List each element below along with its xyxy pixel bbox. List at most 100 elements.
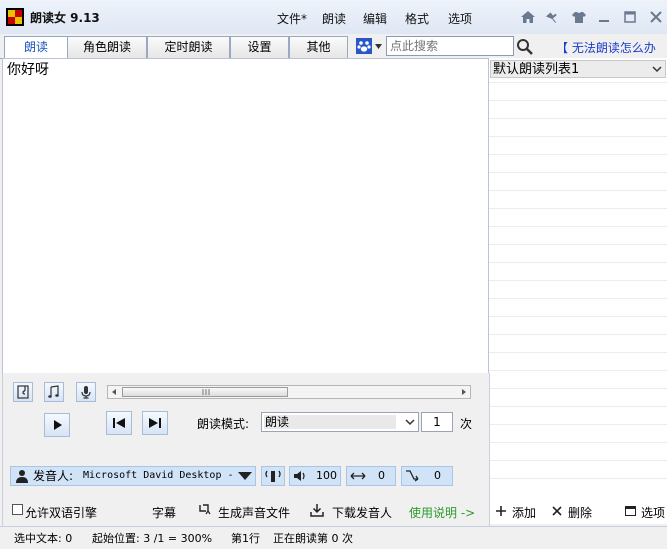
playlist-row-divider — [489, 424, 667, 425]
pitch-control[interactable]: 0 — [401, 466, 453, 486]
pitch-icon — [405, 469, 421, 483]
music-note-button[interactable] — [44, 382, 64, 402]
playlist-row-divider — [489, 406, 667, 407]
voice-value: Microsoft David Desktop - — [83, 470, 234, 481]
tab-read[interactable]: 朗读 — [4, 36, 68, 59]
window-icon[interactable] — [625, 506, 636, 516]
read-mode-select[interactable]: 朗读 — [261, 412, 419, 432]
bilingual-label: 允许双语引擎 — [25, 506, 98, 520]
progress-scrollbar[interactable] — [107, 385, 471, 399]
shirt-icon[interactable] — [571, 9, 587, 25]
minimize-icon[interactable] — [596, 9, 612, 25]
playlist-row-divider — [489, 280, 667, 281]
scrollbar-thumb[interactable] — [122, 387, 288, 397]
search-input[interactable] — [387, 37, 513, 55]
text-file-button[interactable] — [13, 382, 33, 402]
app-logo-icon — [6, 8, 24, 26]
refresh-icon[interactable] — [197, 503, 211, 517]
read-mode-value: 朗读 — [265, 415, 290, 429]
pin-icon[interactable] — [545, 9, 561, 25]
status-reading-count: 正在朗读第 0 次 — [273, 532, 353, 545]
generate-audio-button[interactable]: 生成声音文件 — [218, 504, 290, 521]
menu-format[interactable]: 格式 — [405, 10, 429, 27]
next-button[interactable] — [142, 411, 168, 435]
playlist-row-divider — [489, 136, 667, 137]
editor-text: 你好呀 — [7, 62, 49, 78]
playlist-row-divider — [489, 478, 667, 479]
scroll-left-icon[interactable] — [110, 388, 118, 396]
playlist-select-value: 默认朗读列表1 — [493, 62, 580, 77]
playlist-row-divider — [489, 370, 667, 371]
read-mode-label: 朗读模式: — [197, 417, 250, 431]
maximize-icon[interactable] — [622, 9, 638, 25]
scroll-right-icon[interactable] — [460, 388, 468, 396]
playlist-row-divider — [489, 460, 667, 461]
chevron-down-icon — [652, 61, 662, 77]
volume-value: 100 — [316, 469, 337, 482]
playlist-options-button[interactable]: 选项 — [641, 504, 665, 521]
status-start-position: 起始位置: 3 /1 = 300% — [92, 532, 213, 545]
add-button[interactable]: 添加 — [512, 504, 536, 521]
app-title: 朗读女 9.13 — [30, 11, 100, 25]
menu-read[interactable]: 朗读 — [322, 10, 346, 27]
delete-button[interactable]: 删除 — [568, 504, 592, 521]
play-button[interactable] — [44, 413, 70, 437]
text-editor[interactable]: 你好呀 — [2, 58, 489, 374]
repeat-count-input[interactable]: 1 — [421, 412, 453, 432]
playlist-row-divider — [489, 442, 667, 443]
playlist-row-divider — [489, 82, 667, 83]
volume-icon — [293, 469, 307, 483]
speed-control[interactable]: 0 — [346, 466, 396, 486]
person-icon — [15, 469, 29, 483]
playlist-row-divider — [489, 154, 667, 155]
playlist-row-divider — [489, 298, 667, 299]
status-selected-text: 选中文本: 0 — [14, 532, 73, 545]
tab-timed-read[interactable]: 定时朗读 — [147, 36, 230, 58]
pitch-value: 0 — [434, 469, 441, 482]
bilingual-checkbox[interactable] — [12, 504, 23, 515]
search-input-wrapper — [386, 36, 514, 56]
playlist-row-divider — [489, 316, 667, 317]
voice-settings-button[interactable] — [261, 466, 285, 486]
close-icon[interactable] — [648, 9, 664, 25]
playlist-row-divider — [489, 244, 667, 245]
playlist-row-divider — [489, 190, 667, 191]
delete-icon[interactable] — [552, 506, 562, 516]
double-arrow-icon — [350, 469, 366, 483]
voice-label: 发音人: — [33, 469, 74, 483]
playlist-row-divider — [489, 100, 667, 101]
playlist-row-divider — [489, 262, 667, 263]
status-line: 第1行 — [231, 532, 260, 545]
instructions-link[interactable]: 使用说明 -> — [409, 504, 475, 521]
speed-value: 0 — [378, 469, 385, 482]
tab-settings[interactable]: 设置 — [230, 36, 289, 58]
voice-selector[interactable]: 发音人: Microsoft David Desktop - — [10, 466, 256, 486]
search-engine-dropdown[interactable] — [356, 38, 384, 54]
playlist-select[interactable]: 默认朗读列表1 — [490, 60, 666, 78]
help-link[interactable]: 【 无法朗读怎么办 — [556, 39, 656, 56]
playlist-row-divider — [489, 388, 667, 389]
repeat-count-unit: 次 — [460, 417, 473, 431]
caret-down-icon — [238, 472, 252, 480]
menu-edit[interactable]: 编辑 — [363, 10, 387, 27]
tab-other[interactable]: 其他 — [289, 36, 348, 58]
playlist-panel: 默认朗读列表1 — [488, 58, 667, 524]
playlist-row-divider — [489, 334, 667, 335]
playlist-row-divider — [489, 118, 667, 119]
search-icon[interactable] — [516, 38, 534, 56]
menu-options[interactable]: 选项 — [448, 10, 472, 27]
microphone-button[interactable] — [76, 382, 96, 402]
menu-file[interactable]: 文件* — [277, 10, 307, 27]
playlist-row-divider — [489, 226, 667, 227]
chevron-down-icon — [405, 414, 415, 430]
tab-role-read[interactable]: 角色朗读 — [67, 36, 147, 58]
home-icon[interactable] — [520, 9, 536, 25]
playlist-row-divider — [489, 172, 667, 173]
download-voice-button[interactable]: 下载发音人 — [332, 504, 392, 521]
download-icon[interactable] — [310, 503, 324, 517]
subtitle-button[interactable]: 字幕 — [152, 504, 176, 521]
playlist-row-divider — [489, 352, 667, 353]
volume-control[interactable]: 100 — [289, 466, 341, 486]
plus-icon[interactable] — [496, 506, 506, 516]
previous-button[interactable] — [106, 411, 132, 435]
